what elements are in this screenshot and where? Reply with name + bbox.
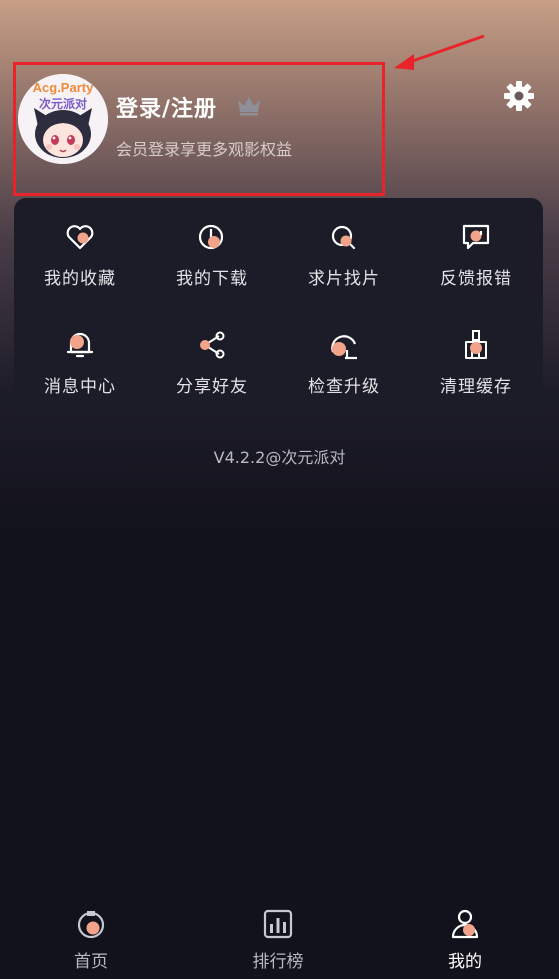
menu-item-label: 反馈报错 bbox=[440, 269, 512, 289]
nav-item-ranking[interactable]: 排行榜 bbox=[218, 895, 338, 979]
profile-icon bbox=[451, 909, 479, 939]
avatar[interactable]: Acg.Party 次元派对 bbox=[18, 74, 108, 164]
version-text: V4.2.2@次元派对 bbox=[213, 448, 346, 467]
broom-icon bbox=[465, 330, 487, 359]
annotation-arrow bbox=[394, 34, 485, 70]
feedback-icon bbox=[462, 224, 490, 250]
menu-item-label: 清理缓存 bbox=[440, 377, 512, 397]
menu-item-favorites[interactable]: 我的收藏 bbox=[14, 198, 146, 298]
login-subtitle: 会员登录享更多观影权益 bbox=[116, 140, 293, 159]
nav-item-mine[interactable]: 我的 bbox=[405, 895, 525, 979]
menu-item-label: 我的收藏 bbox=[44, 269, 116, 289]
profile-screen: Acg.Party 次元派对 登录/注册 会员登录享更多观影权益 我的收藏 我的… bbox=[0, 0, 559, 979]
share-icon bbox=[200, 331, 225, 359]
download-icon bbox=[198, 224, 224, 250]
nav-item-label: 我的 bbox=[448, 952, 482, 972]
heart-icon bbox=[66, 225, 94, 250]
menu-item-downloads[interactable]: 我的下载 bbox=[146, 198, 278, 298]
menu-item-check-upgrade[interactable]: 检查升级 bbox=[278, 306, 410, 406]
home-icon bbox=[77, 911, 105, 939]
crown-icon bbox=[238, 97, 260, 116]
menu-item-messages[interactable]: 消息中心 bbox=[14, 306, 146, 406]
menu-item-clear-cache[interactable]: 清理缓存 bbox=[410, 306, 542, 406]
gear-icon[interactable] bbox=[503, 80, 535, 112]
menu-grid-card: 我的收藏 我的下载 求片找片 反馈报错 消息中心 分享好友 检查升级 清理缓存 bbox=[14, 198, 543, 414]
upgrade-icon bbox=[331, 335, 357, 360]
bottom-nav: 首页 排行榜 我的 bbox=[0, 895, 559, 979]
avatar-logo-text-bottom: 次元派对 bbox=[39, 96, 87, 111]
menu-item-label: 我的下载 bbox=[176, 269, 248, 289]
avatar-logo-text-top: Acg.Party bbox=[33, 80, 94, 95]
menu-item-label: 求片找片 bbox=[308, 269, 380, 289]
bell-icon bbox=[66, 332, 94, 358]
login-register-title[interactable]: 登录/注册 bbox=[116, 91, 217, 123]
ranking-icon bbox=[263, 909, 293, 939]
nav-item-home[interactable]: 首页 bbox=[31, 895, 151, 979]
menu-item-request-film[interactable]: 求片找片 bbox=[278, 198, 410, 298]
menu-item-feedback[interactable]: 反馈报错 bbox=[410, 198, 542, 298]
menu-item-label: 分享好友 bbox=[176, 377, 248, 397]
avatar-image: Acg.Party 次元派对 bbox=[18, 74, 108, 164]
search-film-icon bbox=[331, 225, 356, 250]
menu-item-label: 消息中心 bbox=[44, 377, 116, 397]
nav-item-label: 排行榜 bbox=[252, 952, 304, 972]
nav-item-label: 首页 bbox=[74, 952, 108, 972]
menu-item-share[interactable]: 分享好友 bbox=[146, 306, 278, 406]
menu-item-label: 检查升级 bbox=[308, 377, 380, 397]
